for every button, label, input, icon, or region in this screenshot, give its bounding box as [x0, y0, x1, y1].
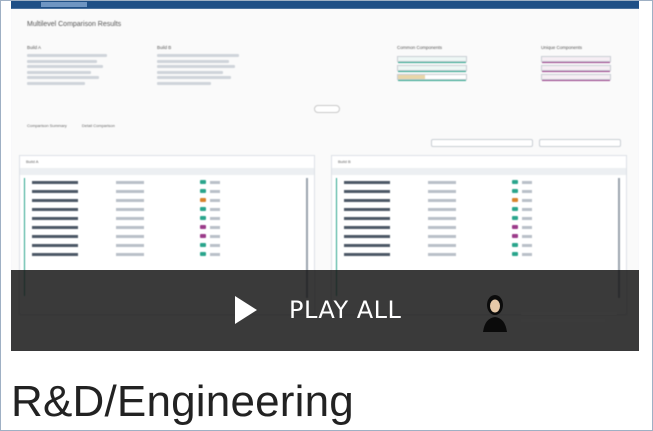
- build-a-label: Build A: [27, 45, 42, 50]
- build-b-label: Build B: [157, 45, 172, 50]
- unique-components-label: Unique Components: [541, 45, 583, 50]
- embedded-tabs: Comparison Summary Detail Comparison: [27, 123, 129, 128]
- app-header-bar: [11, 1, 639, 9]
- common-components-block: Common Components: [397, 45, 467, 83]
- build-b-panel-label: Build B: [338, 159, 351, 164]
- build-b-table-header: [332, 168, 626, 175]
- embedded-filter-select: [539, 139, 621, 147]
- collapse-handle: [314, 105, 340, 113]
- build-a-panel-label: Build A: [26, 159, 39, 164]
- play-icon: [235, 296, 257, 324]
- tab-comparison-summary: Comparison Summary: [27, 123, 67, 128]
- tab-detail-comparison: Detail Comparison: [81, 123, 115, 128]
- build-b-block: Build B: [157, 45, 267, 87]
- presenter-avatar-icon: [483, 295, 507, 332]
- video-card: Multilevel Comparison Results Build A Bu…: [0, 0, 653, 431]
- presenter-caption: [521, 312, 621, 326]
- play-all-button[interactable]: PLAY ALL: [225, 288, 445, 332]
- build-a-block: Build A: [27, 45, 137, 87]
- unique-components-block: Unique Components: [541, 45, 611, 83]
- embedded-title: Multilevel Comparison Results: [27, 21, 122, 28]
- embedded-subtitle-bar: [27, 31, 28, 36]
- play-overlay[interactable]: PLAY ALL: [11, 270, 639, 351]
- build-a-table-header: [20, 168, 314, 175]
- common-components-label: Common Components: [397, 45, 443, 50]
- embedded-search-field: [431, 139, 533, 147]
- play-all-label: PLAY ALL: [289, 296, 402, 324]
- app-logo: [41, 2, 87, 7]
- section-heading: R&D/Engineering: [11, 377, 354, 426]
